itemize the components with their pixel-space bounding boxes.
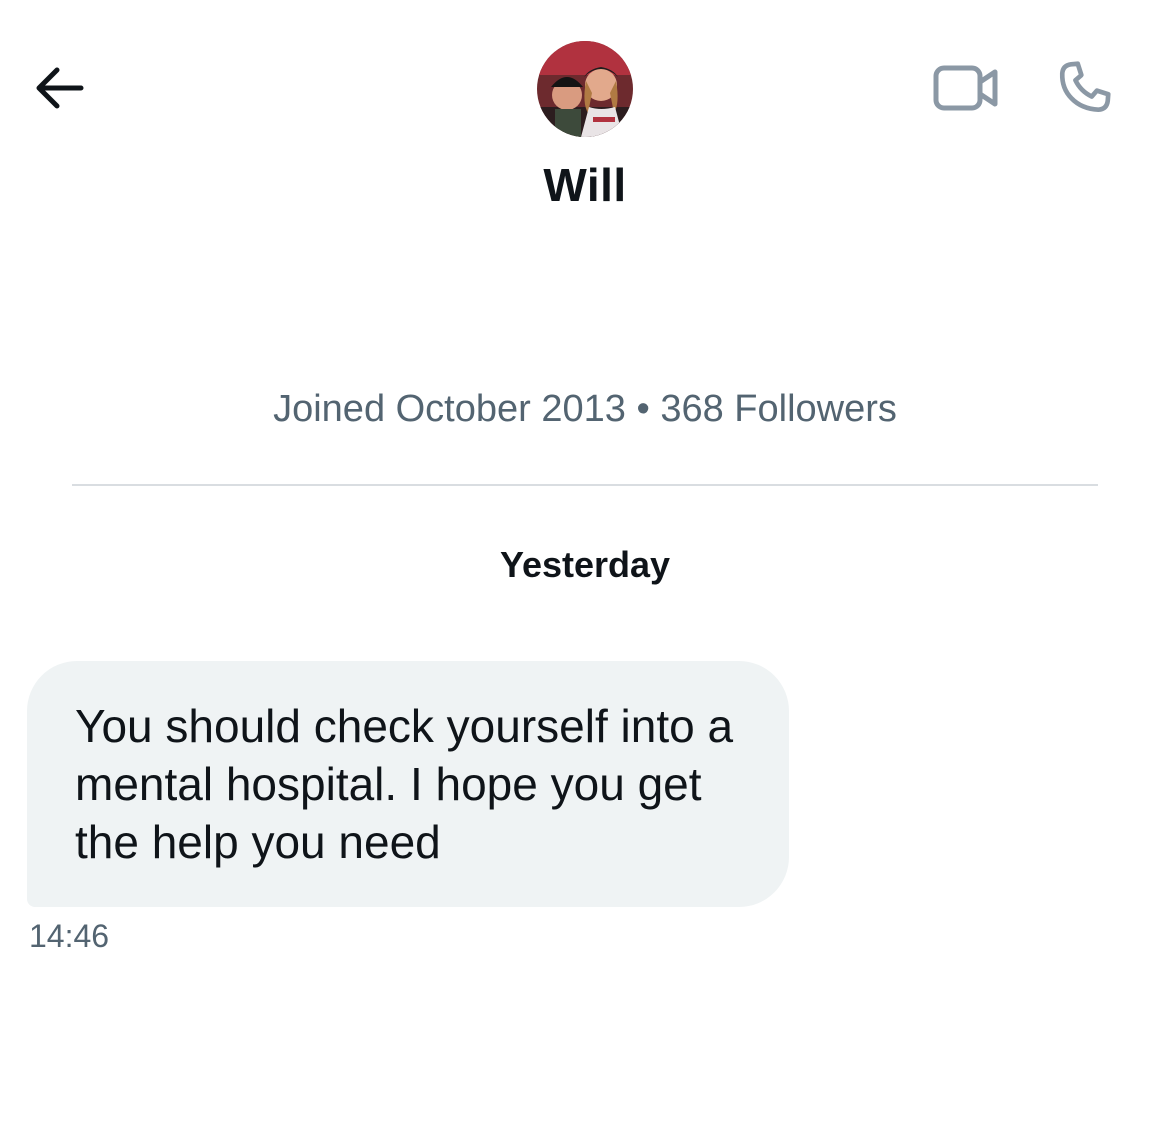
- phone-icon: [1054, 56, 1116, 123]
- profile-meta: Joined October 2013 • 368 Followers: [0, 388, 1170, 431]
- joined-date: Joined October 2013: [273, 388, 626, 430]
- divider: [72, 484, 1098, 486]
- video-call-button[interactable]: [930, 60, 1002, 120]
- arrow-left-icon: [33, 66, 85, 115]
- message-timestamp: 14:46: [29, 918, 110, 954]
- voice-call-button[interactable]: [1050, 56, 1120, 122]
- followers-count[interactable]: 368 Followers: [660, 388, 897, 430]
- meta-separator: •: [636, 388, 650, 430]
- message-bubble[interactable]: You should check yourself into a mental …: [27, 661, 789, 907]
- back-button[interactable]: [28, 62, 90, 118]
- avatar[interactable]: [537, 41, 633, 137]
- video-camera-icon: [933, 62, 999, 119]
- contact-name[interactable]: Will: [0, 158, 1170, 212]
- message-text: You should check yourself into a mental …: [75, 700, 734, 868]
- date-separator: Yesterday: [499, 544, 671, 585]
